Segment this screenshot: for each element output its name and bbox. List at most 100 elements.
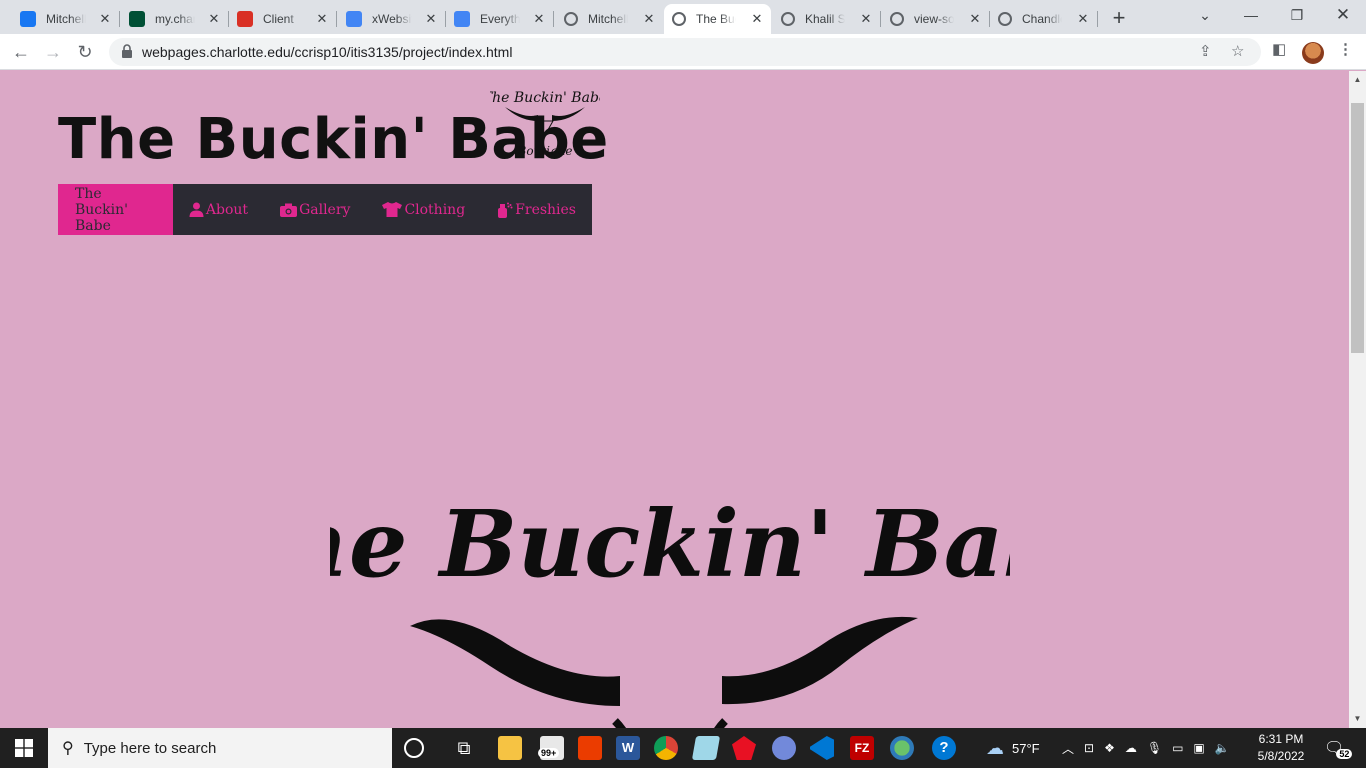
network-icon[interactable]: ▣ bbox=[1193, 741, 1204, 755]
close-tab-icon[interactable]: ✕ bbox=[749, 11, 765, 27]
browser-tab[interactable]: xWebsite ✕ bbox=[338, 4, 446, 34]
tab-title: Client bbox=[263, 12, 294, 26]
tab-title: view-source bbox=[914, 12, 954, 26]
clock-time: 6:31 PM bbox=[1258, 732, 1304, 746]
tab-title: Everything bbox=[480, 12, 520, 26]
back-icon[interactable]: ← bbox=[9, 40, 33, 64]
profile-avatar[interactable] bbox=[1302, 42, 1324, 64]
browser-tab[interactable]: my.charlotte ✕ bbox=[121, 4, 229, 34]
nav-home-label: The Buckin' Babe bbox=[75, 185, 128, 234]
chrome-icon[interactable] bbox=[654, 736, 678, 760]
tab-separator bbox=[119, 11, 120, 27]
reload-icon[interactable]: ↻ bbox=[73, 40, 97, 64]
globe-app-icon[interactable] bbox=[890, 736, 914, 760]
side-panel-icon[interactable]: ◧ bbox=[1272, 40, 1286, 58]
battery-icon[interactable]: ▭ bbox=[1172, 741, 1183, 755]
nav-about-label: About bbox=[205, 201, 249, 218]
logo-text-top: The Buckin' Babe bbox=[490, 90, 600, 106]
browser-tab[interactable]: Mitchell ✕ bbox=[556, 4, 663, 34]
browser-tab[interactable]: Khalil Sh ✕ bbox=[773, 4, 881, 34]
close-tab-icon[interactable]: ✕ bbox=[967, 11, 983, 27]
browser-tab[interactable]: Mitchell ✕ bbox=[12, 4, 120, 34]
minimize-icon[interactable]: — bbox=[1228, 0, 1274, 30]
cortana-icon[interactable] bbox=[404, 738, 424, 758]
task-view-icon[interactable]: ⧉ bbox=[452, 736, 476, 760]
notification-center[interactable]: 🗨 52 bbox=[1324, 728, 1360, 768]
browser-toolbar: ← → ↻ webpages.charlotte.edu/ccrisp10/it… bbox=[0, 34, 1366, 70]
help-icon[interactable]: ? bbox=[932, 736, 956, 760]
tab-search-icon[interactable]: ⌄ bbox=[1182, 0, 1228, 30]
taskbar-search-box[interactable]: ⚲ Type here to search bbox=[48, 728, 392, 768]
facebook-icon bbox=[20, 11, 36, 27]
google-docs-icon bbox=[346, 11, 362, 27]
share-icon[interactable]: ⇪ bbox=[1199, 42, 1212, 60]
close-tab-icon[interactable]: ✕ bbox=[206, 11, 222, 27]
forward-icon[interactable]: → bbox=[41, 40, 65, 64]
tab-title: Mitchell bbox=[46, 12, 86, 26]
search-placeholder: Type here to search bbox=[83, 739, 217, 757]
tray-app-icon[interactable]: ⊡ bbox=[1084, 741, 1094, 755]
lock-icon bbox=[122, 44, 132, 58]
close-tab-icon[interactable]: ✕ bbox=[423, 11, 439, 27]
user-icon bbox=[189, 202, 204, 217]
browser-tab[interactable]: The Buckin' Babe ✕ bbox=[664, 4, 771, 34]
vscode-icon[interactable] bbox=[810, 736, 834, 760]
tools-icon bbox=[237, 11, 253, 27]
scroll-up-arrow-icon[interactable]: ▲ bbox=[1349, 75, 1366, 84]
red-app-icon[interactable] bbox=[732, 736, 756, 760]
scroll-down-arrow-icon[interactable]: ▼ bbox=[1349, 714, 1366, 723]
logo-text-bottom: Boutique bbox=[517, 144, 573, 158]
system-tray: ︿ ⊡ ❖ ☁ 🎙 ▭ ▣ 🔈 bbox=[1062, 728, 1230, 768]
browser-tab[interactable]: view-source ✕ bbox=[882, 4, 990, 34]
site-navigation: The Buckin' Babe About Gallery Clothing … bbox=[58, 184, 592, 235]
clock-date: 5/8/2022 bbox=[1257, 749, 1305, 763]
tab-title: Mitchell bbox=[588, 12, 628, 26]
dropbox-icon[interactable]: ❖ bbox=[1104, 741, 1115, 755]
file-explorer-icon[interactable] bbox=[498, 736, 522, 760]
discord-icon[interactable] bbox=[772, 736, 796, 760]
weather-widget[interactable]: ☁ 57°F bbox=[986, 728, 1040, 768]
nav-clothing-label: Clothing bbox=[404, 201, 466, 218]
bookmark-star-icon[interactable]: ☆ bbox=[1231, 42, 1244, 60]
nav-gallery[interactable]: Gallery bbox=[264, 184, 366, 235]
close-tab-icon[interactable]: ✕ bbox=[641, 11, 657, 27]
restore-icon[interactable]: ❐ bbox=[1274, 0, 1320, 30]
volume-icon[interactable]: 🔈 bbox=[1215, 741, 1230, 755]
nav-about[interactable]: About bbox=[173, 184, 264, 235]
page-scrollbar[interactable]: ▲ ▼ bbox=[1349, 71, 1366, 728]
search-icon: ⚲ bbox=[62, 740, 74, 757]
site-logo: The Buckin' Babe Boutique bbox=[490, 90, 600, 158]
globe-icon bbox=[781, 12, 795, 26]
close-tab-icon[interactable]: ✕ bbox=[858, 11, 874, 27]
nav-clothing[interactable]: Clothing bbox=[366, 184, 481, 235]
globe-icon bbox=[564, 12, 578, 26]
nav-freshies-label: Freshies bbox=[515, 201, 576, 218]
close-window-icon[interactable]: ✕ bbox=[1320, 0, 1366, 30]
close-tab-icon[interactable]: ✕ bbox=[97, 11, 113, 27]
onedrive-icon[interactable]: ☁ bbox=[1125, 741, 1137, 755]
notepad-icon[interactable] bbox=[691, 736, 721, 760]
menu-kebab-icon[interactable]: ⋮ bbox=[1338, 40, 1353, 58]
close-tab-icon[interactable]: ✕ bbox=[1075, 11, 1091, 27]
browser-tab[interactable]: Everything ✕ bbox=[446, 4, 554, 34]
browser-tab[interactable]: Client ✕ bbox=[229, 4, 337, 34]
show-hidden-icons-icon[interactable]: ︿ bbox=[1062, 740, 1074, 757]
tab-title: Khalil Sh bbox=[805, 12, 845, 26]
close-tab-icon[interactable]: ✕ bbox=[531, 11, 547, 27]
office-icon[interactable] bbox=[578, 736, 602, 760]
nav-home[interactable]: The Buckin' Babe bbox=[58, 184, 173, 235]
browser-tab[interactable]: Chandler ✕ bbox=[990, 4, 1098, 34]
camera-icon bbox=[280, 203, 298, 217]
nav-freshies[interactable]: Freshies bbox=[481, 184, 592, 235]
new-tab-button[interactable]: + bbox=[1108, 5, 1130, 31]
scrollbar-thumb[interactable] bbox=[1351, 103, 1364, 353]
filezilla-icon[interactable]: FZ bbox=[850, 736, 874, 760]
tab-title: xWebsite bbox=[372, 12, 412, 26]
address-bar[interactable]: webpages.charlotte.edu/ccrisp10/itis3135… bbox=[109, 38, 1261, 66]
taskbar-clock[interactable]: 6:31 PM 5/8/2022 bbox=[1250, 731, 1312, 765]
close-tab-icon[interactable]: ✕ bbox=[314, 11, 330, 27]
start-button[interactable] bbox=[0, 728, 48, 768]
weather-temp: 57°F bbox=[1012, 740, 1040, 756]
microphone-icon[interactable]: 🎙 bbox=[1147, 741, 1162, 755]
word-icon[interactable]: W bbox=[616, 736, 640, 760]
